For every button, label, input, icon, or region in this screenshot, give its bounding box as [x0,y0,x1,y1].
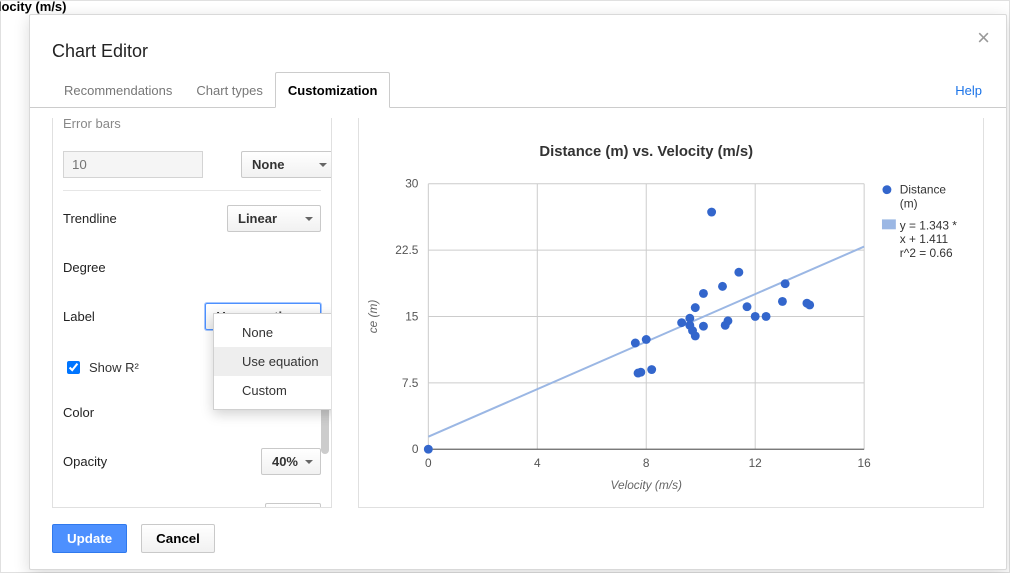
svg-text:7.5: 7.5 [402,376,419,390]
label-option-none[interactable]: None [214,318,332,347]
svg-text:Distance (m) vs. Velocity (m/s: Distance (m) vs. Velocity (m/s) [539,144,753,160]
tab-chart-types[interactable]: Chart types [184,73,274,107]
error-bars-select-value: None [252,157,285,172]
modal-title: Chart Editor [52,41,984,62]
svg-text:8: 8 [643,456,650,470]
line-thickness-select[interactable]: 2px [265,503,321,508]
svg-text:16: 16 [858,456,872,470]
opacity-label: Opacity [63,454,261,469]
svg-text:ce (m): ce (m) [366,300,380,334]
label-dropdown-popup: None Use equation Custom [213,313,332,410]
show-r2-checkbox[interactable]: Show R² [63,358,139,377]
svg-text:0: 0 [412,442,419,456]
svg-text:Velocity (m/s): Velocity (m/s) [610,478,682,492]
degree-label: Degree [63,260,321,275]
trendline-select[interactable]: Linear [227,205,321,232]
chart-editor-modal: × Chart Editor Recommendations Chart typ… [29,14,1007,570]
show-r2-checkbox-input[interactable] [67,361,80,374]
page-cropped-title: vs. Velocity (m/s) [0,0,67,14]
svg-text:r^2 = 0.66: r^2 = 0.66 [900,246,953,260]
footer: Update Cancel [30,508,1006,569]
svg-text:0: 0 [425,456,432,470]
svg-text:(m): (m) [900,197,918,211]
chart-svg: Distance (m) vs. Velocity (m/s) ce (m) 0 4 8… [359,118,983,507]
error-bars-label: Error bars [63,118,321,131]
svg-text:4: 4 [534,456,541,470]
label-option-custom[interactable]: Custom [214,376,332,405]
tab-recommendations[interactable]: Recommendations [52,73,184,107]
help-link[interactable]: Help [953,73,984,107]
label-label: Label [63,309,205,324]
trendline-label: Trendline [63,211,227,226]
label-option-use-equation[interactable]: Use equation [214,347,332,376]
svg-text:30: 30 [405,177,419,191]
svg-text:Distance: Distance [900,183,947,197]
cancel-button[interactable]: Cancel [141,524,215,553]
chevron-down-icon [305,460,313,464]
svg-text:12: 12 [749,456,762,470]
trendline-select-value: Linear [238,211,277,226]
svg-text:y = 1.343 *: y = 1.343 * [900,218,957,232]
error-bars-value-input[interactable] [63,151,203,178]
chevron-down-icon [319,163,327,167]
titlebar: Chart Editor [30,15,1006,72]
tab-customization[interactable]: Customization [275,72,391,108]
opacity-select-value: 40% [272,454,298,469]
opacity-select[interactable]: 40% [261,448,321,475]
chevron-down-icon [305,217,313,221]
svg-text:22.5: 22.5 [395,243,419,257]
svg-text:x + 1.411: x + 1.411 [900,232,949,246]
chart-preview: Distance (m) vs. Velocity (m/s) ce (m) 0 4 8… [358,118,984,508]
show-r2-label: Show R² [89,360,139,375]
customization-panel: Error bars None Trendline Linear [52,118,332,508]
tabbar: Recommendations Chart types Customizatio… [30,72,1006,108]
error-bars-select[interactable]: None [241,151,332,178]
svg-text:15: 15 [405,309,419,323]
update-button[interactable]: Update [52,524,127,553]
close-icon[interactable]: × [977,25,990,51]
